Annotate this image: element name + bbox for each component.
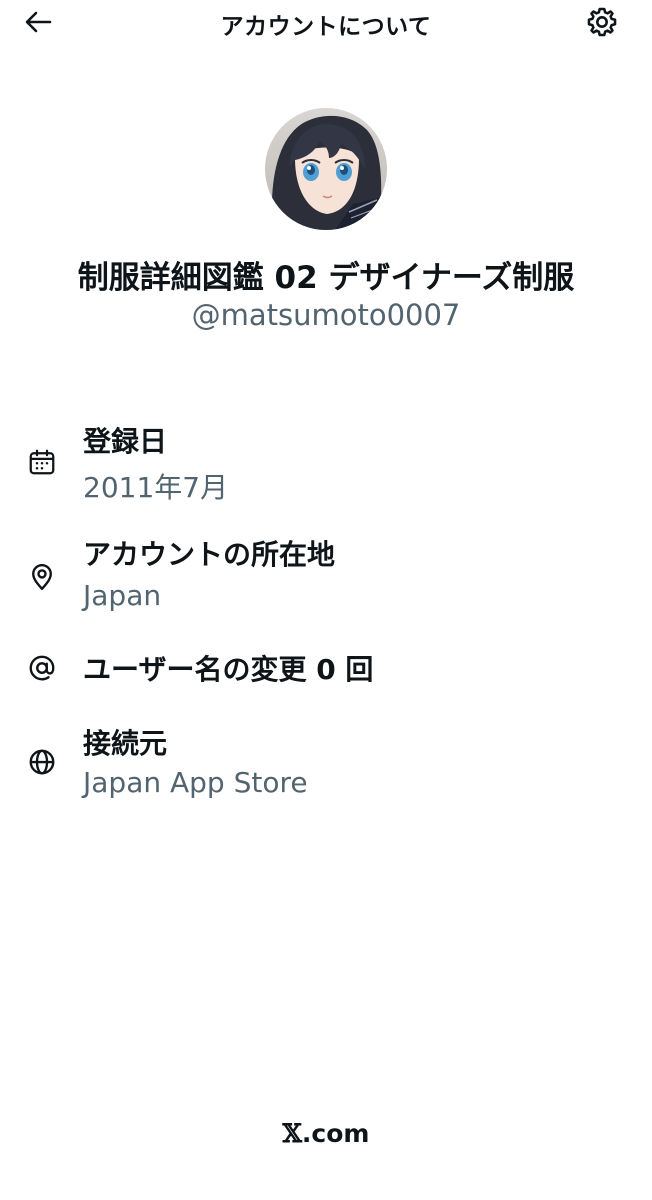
calendar-icon: [24, 444, 60, 480]
info-row-location: アカウントの所在地 Japan: [0, 533, 652, 623]
gear-icon: [587, 7, 617, 37]
location-label: アカウントの所在地: [83, 538, 336, 571]
avatar-image: [265, 108, 387, 230]
joined-label: 登録日: [83, 425, 168, 458]
footer-brand: 𝕏.com: [0, 1119, 652, 1148]
about-account-page: アカウントについて 制服詳細図鑑 02 デザイナーズ制服 @matsumoto0…: [0, 0, 652, 1200]
avatar[interactable]: [265, 108, 387, 230]
info-row-joined: 登録日 2011年7月: [0, 420, 652, 510]
info-row-connected-via: 接続元 Japan App Store: [0, 722, 652, 812]
x-logo-icon: 𝕏: [282, 1119, 302, 1148]
joined-value: 2011年7月: [83, 471, 229, 504]
settings-button[interactable]: [584, 4, 620, 40]
info-row-username-changes: ユーザー名の変更 0 回: [0, 648, 652, 692]
display-name: 制服詳細図鑑 02 デザイナーズ制服: [77, 260, 575, 296]
location-pin-icon: [24, 559, 60, 595]
username-handle: @matsumoto0007: [191, 298, 461, 332]
location-value: Japan: [83, 579, 162, 612]
connected-via-label: 接続元: [83, 727, 168, 760]
connected-via-value: Japan App Store: [83, 766, 308, 799]
username-changes-label: ユーザー名の変更 0 回: [83, 653, 374, 686]
at-sign-icon: [24, 650, 60, 686]
brand-domain: .com: [301, 1119, 370, 1148]
top-bar: アカウントについて: [0, 0, 652, 44]
page-title: アカウントについて: [220, 14, 432, 40]
globe-icon: [24, 744, 60, 780]
